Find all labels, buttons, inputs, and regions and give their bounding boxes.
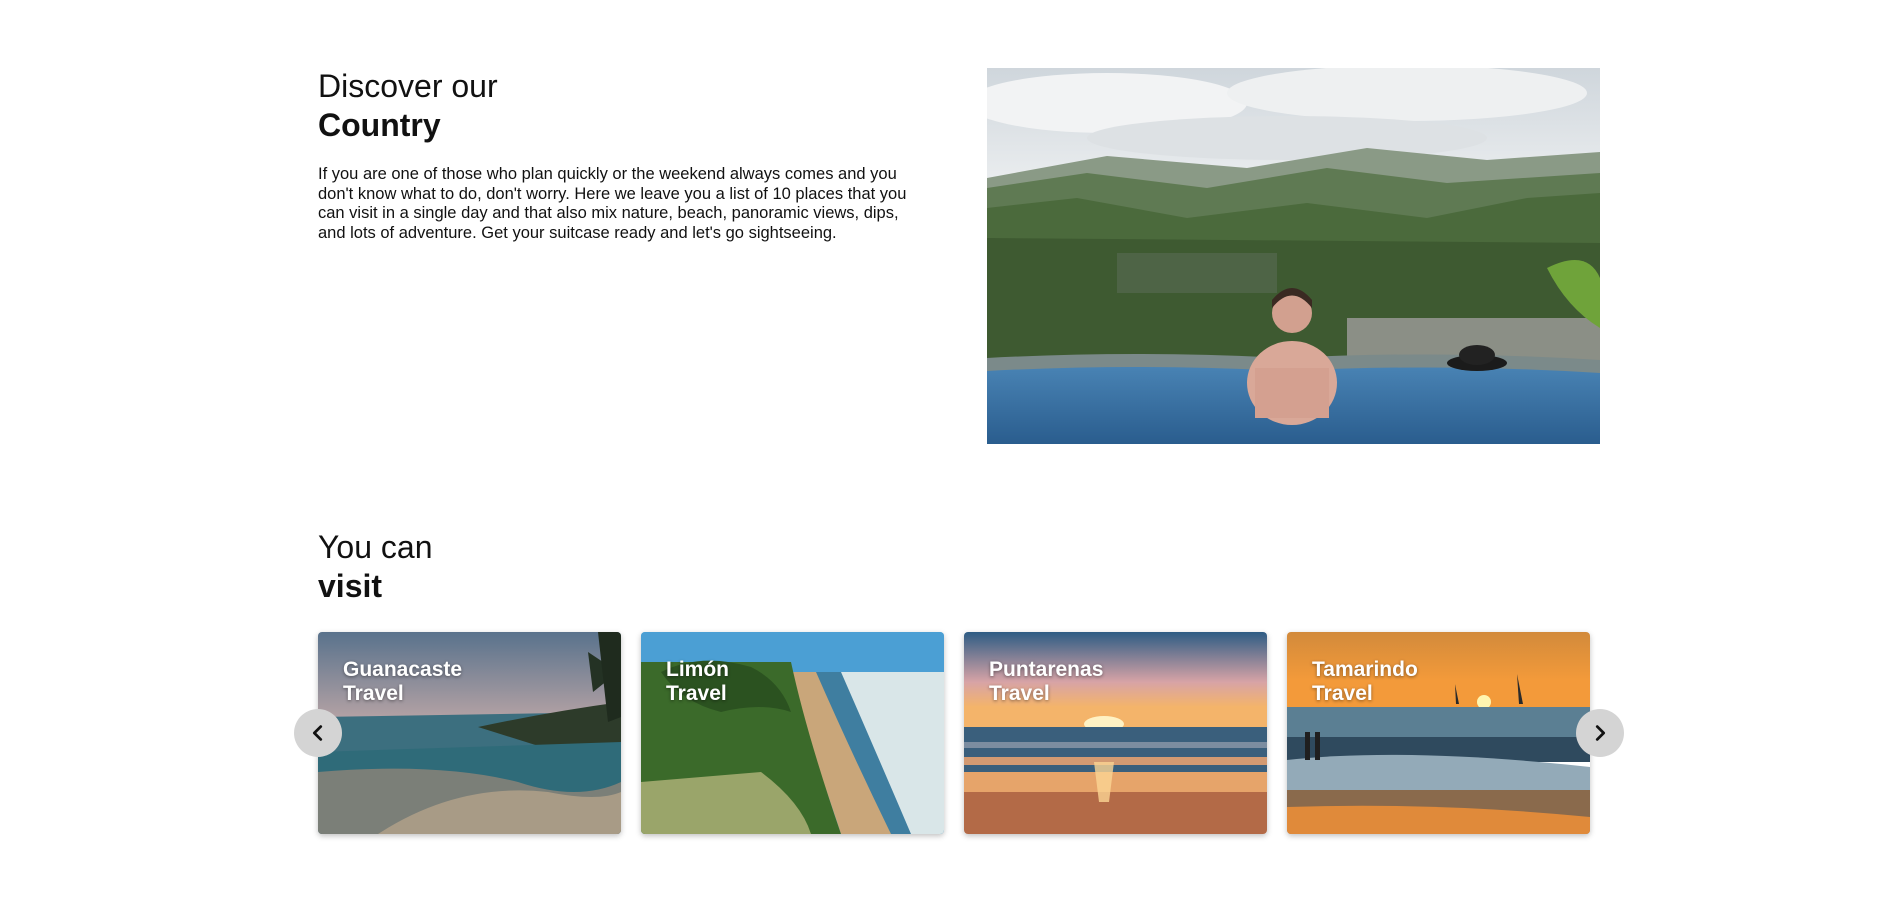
visit-section: You can visit [318, 527, 432, 605]
hot-spring-photo [987, 68, 1600, 444]
card-title: Guanacaste Travel [343, 658, 462, 706]
card-place: Guanacaste [343, 658, 463, 681]
visit-title: You can visit [318, 527, 432, 605]
card-place: Tamarindo [1312, 658, 1418, 681]
destinations-carousel: Guanacaste Travel Limón Travel Puntarena… [318, 632, 1590, 834]
card-suffix: Travel [1312, 682, 1373, 705]
visit-title-light: You can [318, 529, 433, 565]
chevron-left-icon [312, 725, 323, 741]
card-suffix: Travel [989, 682, 1050, 705]
carousel-next-button[interactable] [1576, 709, 1624, 757]
visit-title-bold: visit [318, 568, 383, 604]
card-place: Limón [666, 658, 729, 681]
discover-description: If you are one of those who plan quickly… [318, 165, 907, 242]
destination-card-limon[interactable]: Limón Travel [641, 632, 944, 834]
discover-section: Discover our Country If you are one of t… [318, 66, 938, 243]
discover-title-bold: Country [318, 107, 441, 143]
chevron-right-icon [1595, 725, 1606, 741]
card-title: Limón Travel [666, 658, 729, 706]
destination-card-puntarenas[interactable]: Puntarenas Travel [964, 632, 1267, 834]
carousel-prev-button[interactable] [294, 709, 342, 757]
discover-title: Discover our Country [318, 66, 938, 144]
destination-card-guanacaste[interactable]: Guanacaste Travel [318, 632, 621, 834]
card-place: Puntarenas [989, 658, 1104, 681]
discover-title-light: Discover our [318, 68, 498, 104]
card-title: Tamarindo Travel [1312, 658, 1418, 706]
card-title: Puntarenas Travel [989, 658, 1103, 706]
destination-card-tamarindo[interactable]: Tamarindo Travel [1287, 632, 1590, 834]
card-suffix: Travel [343, 682, 404, 705]
card-suffix: Travel [666, 682, 727, 705]
